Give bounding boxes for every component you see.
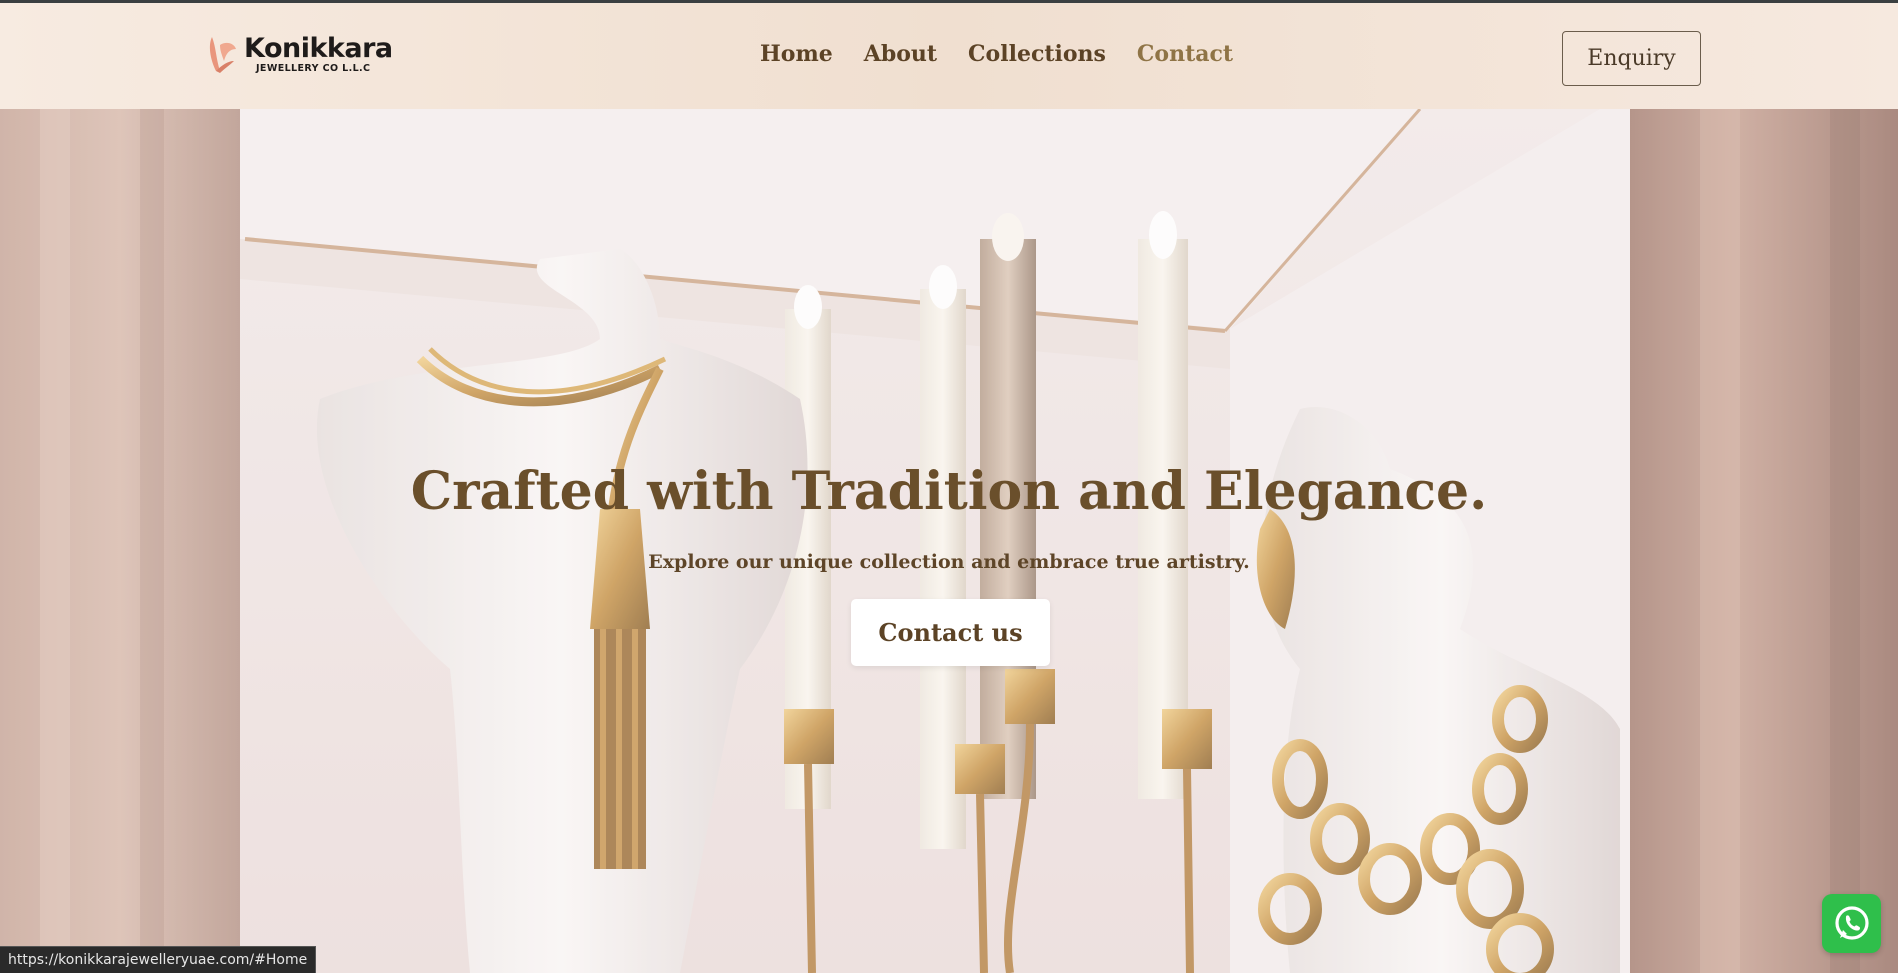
contact-us-button[interactable]: Contact us: [851, 599, 1050, 666]
nav-item-collections[interactable]: Collections: [968, 41, 1106, 77]
whatsapp-icon: [1834, 905, 1869, 940]
site-header: Konikkara JEWELLERY CO L.L.C Home About …: [0, 3, 1898, 109]
brand-logo[interactable]: Konikkara JEWELLERY CO L.L.C: [204, 31, 394, 77]
hero-background-image: [0, 109, 1898, 973]
brand-name: Konikkara: [244, 32, 393, 64]
hero-subtitle: Explore our unique collection and embrac…: [648, 551, 1250, 573]
main-nav: Home About Collections Contact: [760, 41, 1264, 77]
hero-title: Crafted with Tradition and Elegance.: [410, 461, 1488, 522]
enquiry-button[interactable]: Enquiry: [1562, 31, 1701, 86]
brand-subtitle: JEWELLERY CO L.L.C: [256, 62, 371, 74]
bird-logo-icon: [209, 37, 236, 73]
nav-item-about[interactable]: About: [864, 41, 937, 77]
status-bar-url: https://konikkarajewelleryuae.com/#Home: [0, 946, 317, 973]
nav-item-contact[interactable]: Contact: [1137, 41, 1233, 77]
nav-item-home[interactable]: Home: [760, 41, 833, 77]
hero-section: Crafted with Tradition and Elegance. Exp…: [0, 109, 1898, 973]
whatsapp-button[interactable]: [1822, 894, 1881, 953]
